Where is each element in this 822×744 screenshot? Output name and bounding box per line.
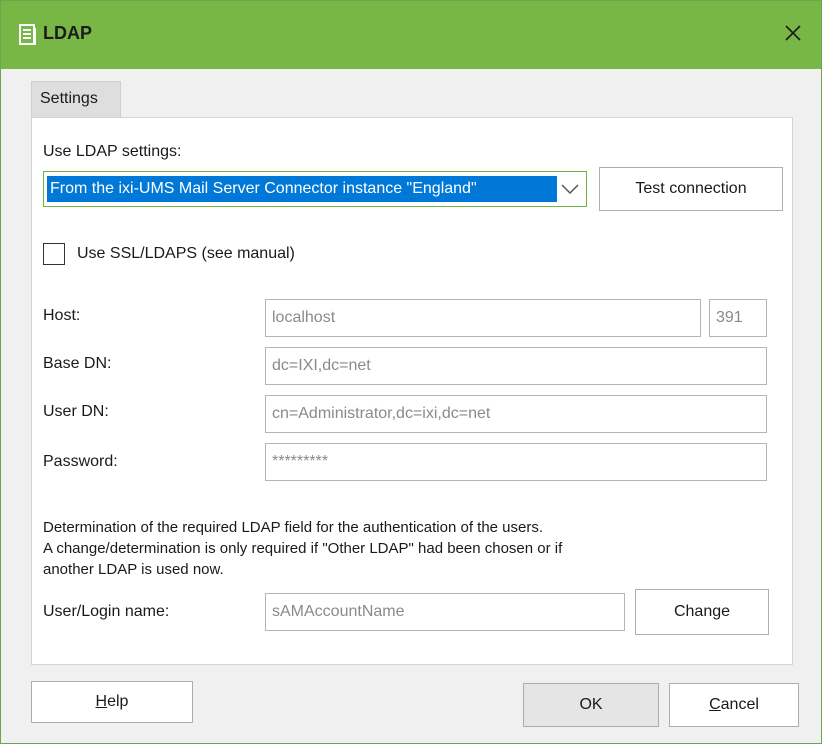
host-label: Host:	[43, 307, 81, 324]
login-name-input[interactable]: sAMAccountName	[265, 593, 625, 631]
user-dn-input[interactable]: cn=Administrator,dc=ixi,dc=net	[265, 395, 767, 433]
document-list-icon	[19, 24, 37, 46]
host-input[interactable]: localhost	[265, 299, 701, 337]
password-input[interactable]: *********	[265, 443, 767, 481]
info-line-2: A change/determination is only required …	[43, 540, 563, 557]
help-button[interactable]: Help	[31, 681, 193, 723]
info-text: Determination of the required LDAP field…	[43, 517, 773, 580]
tab-settings[interactable]: Settings	[31, 81, 121, 117]
port-input[interactable]: 391	[709, 299, 767, 337]
password-label: Password:	[43, 453, 118, 470]
info-line-1: Determination of the required LDAP field…	[43, 519, 544, 536]
cancel-accelerator: C	[709, 696, 721, 713]
ldap-source-selected-value: From the ixi-UMS Mail Server Connector i…	[47, 176, 557, 202]
title-bar: LDAP	[1, 1, 821, 69]
cancel-button[interactable]: Cancel	[669, 683, 799, 727]
close-button[interactable]	[779, 21, 807, 49]
test-connection-button[interactable]: Test connection	[599, 167, 783, 211]
help-label-rest: elp	[107, 693, 129, 710]
base-dn-label: Base DN:	[43, 355, 112, 372]
window-title: LDAP	[43, 23, 92, 43]
chevron-down-icon	[560, 182, 580, 201]
close-icon	[784, 24, 802, 47]
change-button[interactable]: Change	[635, 589, 769, 635]
ldap-source-dropdown[interactable]: From the ixi-UMS Mail Server Connector i…	[43, 171, 587, 207]
ok-button[interactable]: OK	[523, 683, 659, 727]
ssl-checkbox[interactable]	[43, 243, 65, 265]
cancel-label-rest: ancel	[720, 696, 759, 713]
ssl-checkbox-label: Use SSL/LDAPS (see manual)	[77, 245, 295, 262]
base-dn-input[interactable]: dc=IXI,dc=net	[265, 347, 767, 385]
login-name-label: User/Login name:	[43, 603, 170, 620]
ldap-dialog: LDAP Settings Use LDAP settings: From th…	[0, 0, 822, 744]
use-ldap-settings-label: Use LDAP settings:	[43, 143, 182, 160]
help-accelerator: H	[95, 693, 108, 710]
user-dn-label: User DN:	[43, 403, 109, 420]
info-line-3: another LDAP is used now.	[43, 561, 224, 578]
